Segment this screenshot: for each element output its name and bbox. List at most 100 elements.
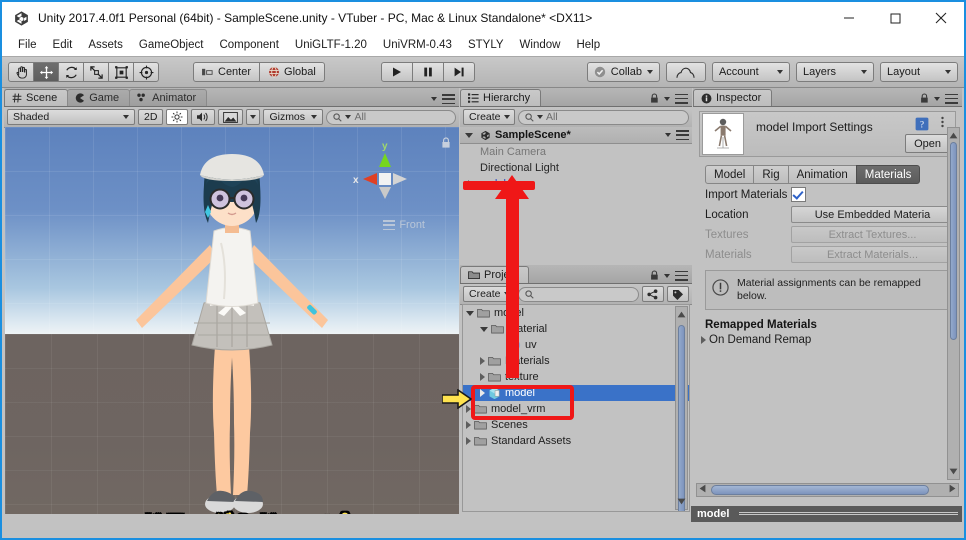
chevron-right-icon[interactable] — [480, 389, 485, 397]
project-item-standard-assets-folder[interactable]: Standard Assets — [463, 433, 689, 449]
hand-tool-button[interactable] — [8, 62, 34, 82]
space-mode-button[interactable]: Global — [259, 62, 325, 82]
scene-view-orientation[interactable]: Front — [383, 219, 425, 231]
cloud-button[interactable] — [665, 62, 706, 82]
hierarchy-search-input[interactable]: All — [518, 109, 689, 125]
layout-button[interactable]: Layout — [879, 62, 958, 82]
panel-menu-icon[interactable] — [675, 93, 688, 104]
project-item-scenes-folder[interactable]: Scenes — [463, 417, 689, 433]
panel-menu-icon[interactable] — [945, 93, 958, 104]
project-item-materials-folder[interactable]: Materials — [463, 353, 689, 369]
pivot-mode-button[interactable]: Center — [193, 62, 261, 82]
inspector-settings-icon[interactable] — [939, 116, 946, 131]
inspector-scroll-thumb[interactable] — [950, 142, 957, 340]
play-button[interactable] — [380, 62, 413, 82]
hierarchy-tab-options[interactable] — [650, 93, 688, 104]
inspector-vertical-scrollbar[interactable] — [947, 127, 960, 480]
chevron-right-icon[interactable] — [480, 357, 485, 365]
menu-univrm[interactable]: UniVRM-0.43 — [375, 37, 460, 53]
panel-menu-icon[interactable] — [675, 270, 688, 281]
step-button[interactable] — [442, 62, 475, 82]
project-tree[interactable]: model Material uv Materials texture mode… — [462, 304, 690, 512]
pause-button[interactable] — [411, 62, 444, 82]
chevron-down-icon[interactable] — [465, 132, 473, 138]
on-demand-remap-row[interactable]: On Demand Remap — [701, 334, 954, 346]
panel-menu-icon[interactable] — [442, 94, 455, 104]
scroll-up-arrow-icon[interactable] — [949, 129, 958, 142]
hierarchy-scene-row[interactable]: SampleScene* — [460, 127, 692, 144]
rect-tool-button[interactable] — [108, 62, 134, 82]
lighting-toggle-button[interactable] — [166, 109, 189, 125]
menu-gameobject[interactable]: GameObject — [131, 37, 212, 53]
project-item-texture-folder[interactable]: texture — [463, 369, 689, 385]
project-item-material-folder[interactable]: Material — [463, 321, 689, 337]
project-item-model-folder[interactable]: model — [463, 305, 689, 321]
tab-materials[interactable]: Materials — [855, 165, 921, 184]
chevron-right-icon[interactable] — [701, 336, 706, 345]
layers-button[interactable]: Layers — [795, 62, 874, 82]
extract-textures-button[interactable]: Extract Textures... — [791, 226, 954, 243]
tab-inspector[interactable]: Inspector — [693, 89, 773, 106]
tab-project[interactable]: Project — [460, 266, 530, 283]
chevron-down-icon[interactable] — [466, 310, 474, 316]
chevron-right-icon[interactable] — [466, 405, 471, 413]
rotate-tool-button[interactable] — [58, 62, 84, 82]
chevron-right-icon[interactable] — [466, 437, 471, 445]
scroll-down-arrow-icon[interactable] — [949, 465, 958, 478]
project-filter-label-button[interactable] — [667, 286, 689, 302]
chevron-right-icon[interactable] — [466, 421, 471, 429]
tab-rig[interactable]: Rig — [753, 165, 789, 184]
inspector-hscroll-thumb[interactable] — [711, 485, 929, 495]
fx-dropdown-button[interactable] — [246, 109, 261, 125]
project-filter-type-button[interactable] — [642, 286, 664, 302]
chevron-right-icon[interactable] — [468, 180, 473, 188]
menu-component[interactable]: Component — [211, 37, 286, 53]
menu-help[interactable]: Help — [568, 37, 608, 53]
fx-toggle-button[interactable] — [218, 109, 244, 125]
project-item-model-vrm-folder[interactable]: model_vrm — [463, 401, 689, 417]
inspector-tab-options[interactable] — [920, 93, 958, 104]
scene-viewport[interactable]: y x Front ドラッグ＆ドロップ→ — [5, 127, 459, 514]
menu-styly[interactable]: STYLY — [460, 37, 512, 53]
project-tab-options[interactable] — [650, 270, 688, 281]
project-item-uv-material[interactable]: uv — [463, 337, 689, 353]
scene-view-gizmo[interactable]: y x — [345, 137, 425, 223]
scroll-right-arrow-icon[interactable] — [949, 484, 956, 496]
hierarchy-create-button[interactable]: Create — [463, 109, 515, 125]
project-search-input[interactable] — [518, 286, 639, 302]
shading-mode-dropdown[interactable]: Shaded — [7, 109, 135, 125]
project-vertical-scrollbar[interactable] — [675, 306, 688, 511]
hierarchy-item-directional-light[interactable]: Directional Light — [460, 160, 692, 176]
transform-tool-button[interactable] — [133, 62, 159, 82]
hierarchy-item-main-camera[interactable]: Main Camera — [460, 144, 692, 160]
import-materials-checkbox[interactable] — [791, 187, 806, 202]
project-item-model-prefab[interactable]: model — [463, 385, 689, 401]
menu-file[interactable]: File — [10, 37, 45, 53]
menu-assets[interactable]: Assets — [80, 37, 131, 53]
tab-game[interactable]: Game — [67, 89, 131, 106]
inspector-horizontal-scrollbar[interactable] — [696, 483, 959, 497]
account-button[interactable]: Account — [711, 62, 790, 82]
help-icon[interactable]: ? — [915, 117, 929, 134]
gizmos-dropdown[interactable]: Gizmos — [263, 109, 324, 125]
move-tool-button[interactable] — [33, 62, 59, 82]
scene-tab-options[interactable] — [431, 94, 455, 104]
scroll-down-arrow-icon[interactable] — [677, 495, 686, 508]
tab-animation[interactable]: Animation — [787, 165, 857, 184]
menu-uniglft[interactable]: UniGLTF-1.20 — [287, 37, 375, 53]
open-button[interactable]: Open — [905, 134, 950, 153]
menu-window[interactable]: Window — [512, 37, 569, 53]
project-create-button[interactable]: Create — [463, 286, 515, 302]
collab-button[interactable]: Collab — [586, 62, 660, 82]
tab-model[interactable]: Model — [705, 165, 755, 184]
scene-menu-icon[interactable] — [676, 130, 689, 140]
tab-animator[interactable]: Animator — [129, 89, 208, 106]
menu-edit[interactable]: Edit — [45, 37, 81, 53]
chevron-right-icon[interactable] — [480, 373, 485, 381]
tab-scene[interactable]: Scene — [4, 89, 69, 106]
scale-tool-button[interactable] — [83, 62, 109, 82]
toggle-2d-button[interactable]: 2D — [138, 109, 164, 125]
scene-search-input[interactable]: All — [326, 109, 456, 125]
close-button[interactable] — [918, 2, 964, 34]
status-bar-message-area[interactable]: model — [691, 506, 962, 522]
